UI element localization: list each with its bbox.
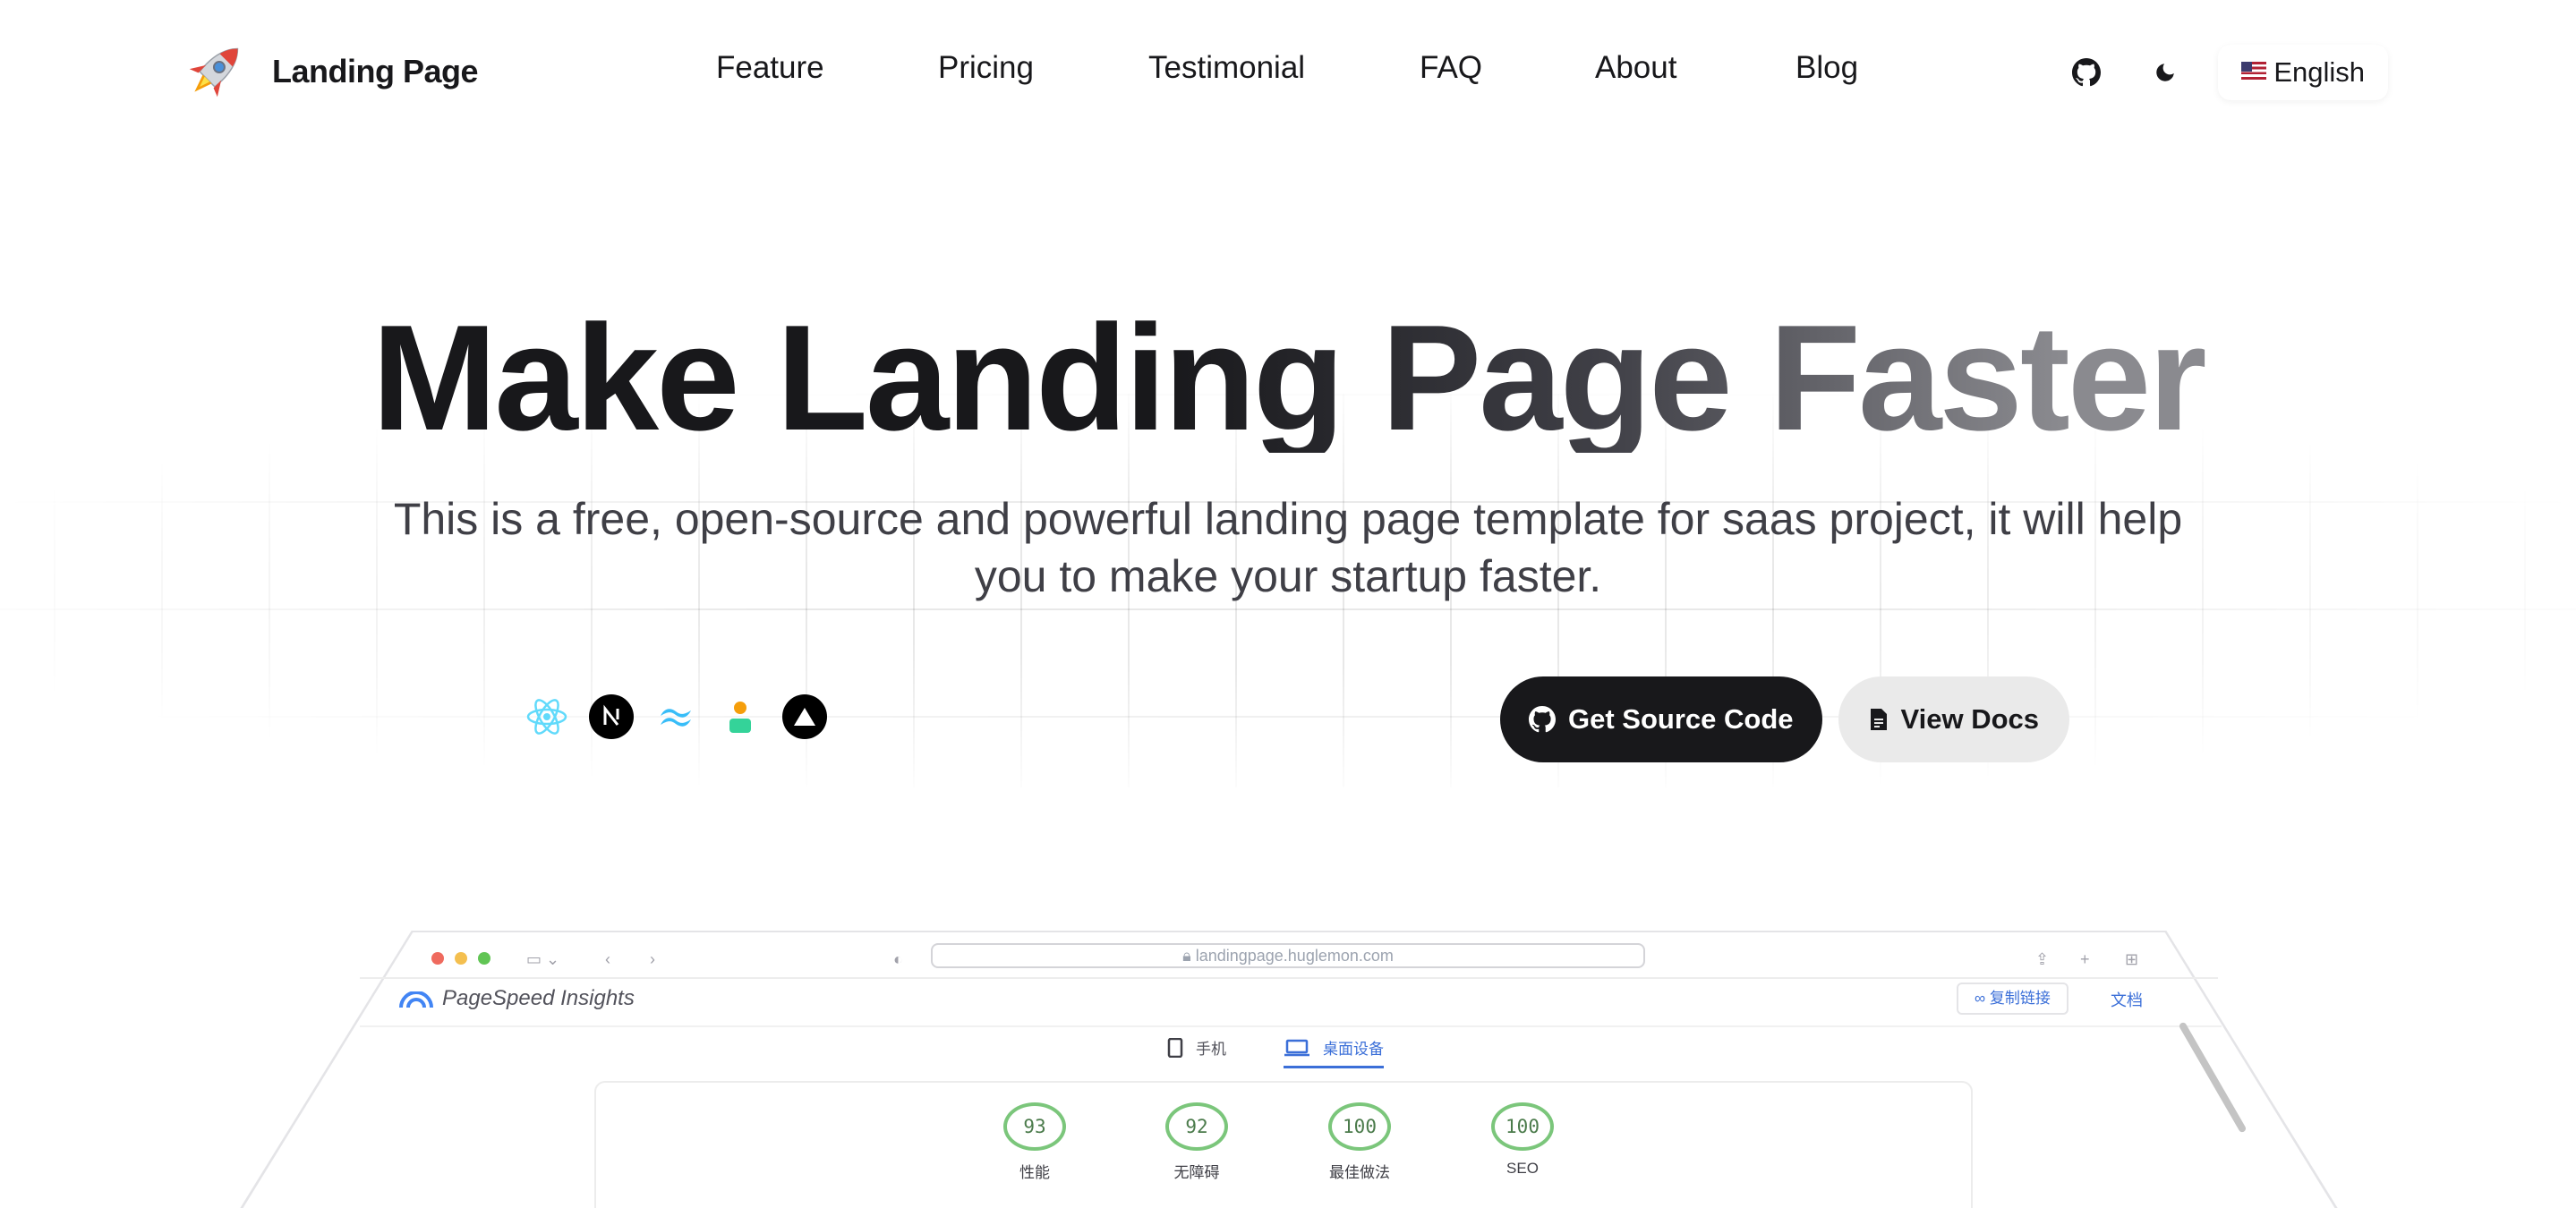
header-divider	[360, 1025, 2222, 1027]
phone-icon	[1167, 1037, 1183, 1058]
sidebar-icon: ▭ ⌄	[526, 950, 560, 968]
share-icon: ⇪	[2035, 950, 2050, 968]
copy-link-button: ∞ 复制链接	[1957, 983, 2068, 1015]
nav-faq[interactable]: FAQ	[1420, 50, 1482, 86]
language-label: English	[2273, 56, 2365, 88]
shadcn-icon	[718, 694, 763, 739]
moon-icon	[2156, 64, 2175, 81]
tailwind-icon	[653, 694, 698, 739]
score-gauge: 100	[1328, 1102, 1391, 1151]
us-flag-icon	[2241, 62, 2267, 80]
github-icon	[1529, 706, 1556, 733]
score-performance: 93 性能	[981, 1102, 1088, 1182]
tab-desktop-label: 桌面设备	[1323, 1041, 1384, 1058]
tech-stack-icons	[525, 694, 827, 739]
hero-subtitle: This is a free, open-source and powerful…	[393, 494, 2183, 601]
view-docs-label: View Docs	[1900, 703, 2040, 735]
score-label: 最佳做法	[1329, 1164, 1390, 1181]
pagespeed-title: PageSpeed Insights	[442, 986, 635, 1010]
pagespeed-logo-icon	[399, 991, 433, 1008]
score-gauge: 93	[1003, 1102, 1066, 1151]
forward-icon: ›	[650, 950, 655, 968]
copy-link-label: 复制链接	[1989, 990, 2051, 1007]
minimize-dot-icon	[455, 952, 467, 965]
score-best-practices: 100 最佳做法	[1306, 1102, 1413, 1182]
react-icon	[525, 694, 569, 739]
nextjs-icon	[589, 694, 634, 739]
document-icon	[1870, 709, 1887, 730]
top-nav: Landing Page Feature Pricing Testimonial…	[0, 0, 2576, 145]
toolbar-divider	[360, 977, 2218, 979]
score-gauge: 100	[1491, 1102, 1554, 1151]
new-tab-icon: +	[2080, 950, 2090, 968]
github-icon	[2072, 58, 2102, 87]
score-seo: 100 SEO	[1469, 1102, 1576, 1178]
language-selector[interactable]: English	[2218, 45, 2388, 100]
score-label: 无障碍	[1173, 1164, 1220, 1181]
get-source-code-label: Get Source Code	[1568, 703, 1794, 735]
score-gauge: 92	[1165, 1102, 1228, 1151]
tab-overview-icon: ⊞	[2125, 950, 2139, 968]
nav-testimonial[interactable]: Testimonial	[1148, 50, 1305, 86]
tab-mobile-label: 手机	[1196, 1041, 1226, 1058]
get-source-code-button[interactable]: Get Source Code	[1500, 676, 1822, 762]
back-icon: ‹	[605, 950, 610, 968]
nav-pricing[interactable]: Pricing	[938, 50, 1034, 86]
nav-blog[interactable]: Blog	[1796, 50, 1858, 86]
close-dot-icon	[431, 952, 444, 965]
view-docs-button[interactable]: View Docs	[1838, 676, 2070, 762]
lock-icon: 🔒︎	[1182, 947, 1196, 965]
nav-feature[interactable]: Feature	[716, 50, 824, 86]
tab-desktop: 桌面设备	[1284, 1036, 1384, 1068]
browser-mockup: ▭ ⌄ ‹ › ◐ 🔒︎ landingpage.huglemon.com ⇪ …	[0, 931, 2576, 1208]
nav-actions: English	[2060, 45, 2388, 100]
docs-link: 文档	[2111, 991, 2143, 1009]
maximize-dot-icon	[478, 952, 490, 965]
url-text: landingpage.huglemon.com	[1195, 947, 1394, 965]
hero-title: Make Landing Page Faster	[0, 302, 2576, 453]
nav-about[interactable]: About	[1595, 50, 1676, 86]
laptop-icon	[1284, 1039, 1309, 1056]
github-button[interactable]	[2060, 47, 2112, 98]
vercel-icon	[782, 694, 827, 739]
score-label: SEO	[1506, 1160, 1539, 1177]
hero-cta-group: Get Source Code View Docs	[1500, 676, 2070, 762]
link-icon: ∞	[1975, 990, 1990, 1007]
url-bar: 🔒︎ landingpage.huglemon.com	[931, 943, 1645, 968]
score-label: 性能	[1019, 1164, 1050, 1181]
privacy-icon: ◐	[893, 950, 903, 968]
scores-card	[594, 1081, 1973, 1208]
tab-mobile: 手机	[1167, 1036, 1226, 1059]
theme-toggle-button[interactable]	[2139, 47, 2191, 98]
score-accessibility: 92 无障碍	[1143, 1102, 1250, 1182]
